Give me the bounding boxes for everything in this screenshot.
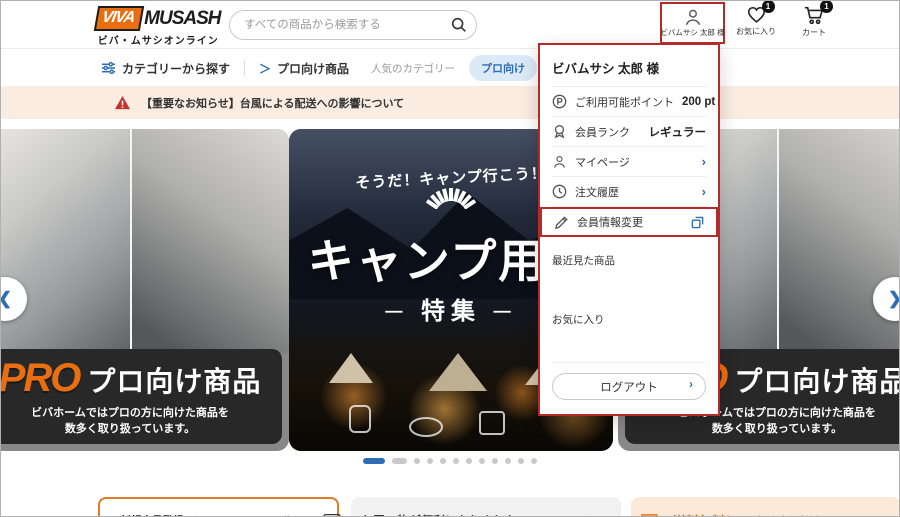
shipping-title: 送料無料！ — [673, 511, 738, 517]
account-label: ビバムサシ 太郎 様 — [660, 28, 725, 37]
site-logo[interactable]: VIVA MUSASH ビバ・ムサシオンライン — [93, 6, 222, 47]
pro-desc-line2: 数多く取り扱っています。 — [711, 423, 843, 435]
site-header: VIVA MUSASH ビバ・ムサシオンライン すべての商品から検索する 1 お… — [1, 1, 899, 49]
pencil-photo-icon — [585, 511, 611, 516]
clock-icon — [552, 184, 567, 199]
favorites-count-badge: 1 — [761, 1, 775, 13]
point-icon — [552, 94, 567, 109]
hero-photo-right — [777, 129, 899, 353]
carousel-dot-2[interactable] — [414, 458, 420, 464]
favorites-heading: お気に入り — [552, 314, 605, 326]
logo-wordmark: VIVA MUSASH — [93, 6, 222, 31]
chevron-right-icon: ＞ — [259, 61, 272, 76]
chevron-right-icon: › — [689, 379, 693, 391]
logo-musash-text: MUSASH — [144, 7, 221, 29]
camp-gear-doodle — [409, 417, 443, 437]
carousel-dots — [1, 458, 899, 464]
pencil-icon — [554, 215, 569, 230]
hero-photo-left — [1, 129, 130, 353]
carousel-dot-9[interactable] — [505, 458, 511, 464]
pro-logo-text: PRO — [0, 355, 81, 400]
dropdown-user-name: ビバムサシ 太郎 様 — [552, 45, 706, 87]
user-icon — [552, 154, 567, 169]
recently-viewed-heading: 最近見た商品 — [552, 255, 615, 267]
chevron-right-icon: › — [701, 154, 706, 169]
account-dropdown-menu: ビバムサシ 太郎 様 ご利用可能ポイント 200 pt 会員ランク レギュラー — [538, 43, 720, 416]
camp-gear-doodle — [479, 411, 505, 435]
search-input[interactable] — [244, 19, 450, 31]
nav-browse-categories[interactable]: カテゴリーから探す — [101, 60, 230, 77]
chevron-right-icon: › — [701, 184, 706, 199]
points-value: 200 pt — [682, 95, 716, 108]
rank-value: レギュラー — [648, 126, 707, 139]
pro-desc-line2: 数多く取り扱っています。 — [64, 423, 196, 435]
rank-label: 会員ランク — [575, 126, 630, 139]
member-rank-row: 会員ランク レギュラー — [552, 117, 706, 147]
pro-slide-title: プロ向け商品 — [734, 365, 900, 397]
logout-section: ログアウト › — [552, 362, 706, 400]
notice-link[interactable]: 【重要なお知らせ】台風による配送への影響について — [141, 95, 404, 111]
truck-icon — [641, 512, 667, 516]
favorites-header-button[interactable]: 1 お気に入り — [736, 1, 776, 37]
nav-pro-label: プロ向け商品 — [277, 61, 350, 76]
cart-label: カート — [802, 28, 826, 37]
carousel-dot-8[interactable] — [492, 458, 498, 464]
logout-button[interactable]: ログアウト › — [552, 373, 706, 400]
edit-member-info-item[interactable]: 会員情報変更 — [540, 207, 718, 237]
carousel-dot-6[interactable] — [466, 458, 472, 464]
warning-icon — [114, 95, 131, 110]
account-menu-button[interactable]: ビバムサシ 太郎 様 — [660, 2, 725, 44]
pro-slide-title: プロ向け商品 — [87, 365, 262, 397]
points-row: ご利用可能ポイント 200 pt — [552, 87, 715, 117]
points-label: ご利用可能ポイント — [575, 96, 674, 109]
carousel-dot-0[interactable] — [363, 458, 385, 464]
pro-panel: PRO プロ向け商品 ビバホームではプロの方に向けた商品を 数多く取り扱っていま… — [0, 349, 282, 444]
signup-banner[interactable]: ＞新規会員登録 ビバホームオンラインで使える！ — [98, 497, 341, 516]
cart-count-badge: 1 — [820, 1, 833, 13]
external-link-icon — [691, 216, 704, 229]
search-icon — [450, 16, 468, 34]
member-card-icon — [322, 513, 341, 516]
order-history-label: 注文履歴 — [575, 186, 619, 199]
my-page-label: マイページ — [575, 156, 630, 169]
nav-divider — [244, 60, 246, 76]
hero-photo-right — [130, 129, 289, 353]
carousel-dot-3[interactable] — [427, 458, 433, 464]
user-icon — [683, 8, 703, 26]
carousel-dot-4[interactable] — [440, 458, 446, 464]
rank-medal-icon — [552, 124, 567, 139]
camp-gear-doodle — [349, 405, 371, 433]
carousel-dot-1[interactable] — [392, 458, 407, 464]
convenient-shopping-banner[interactable]: お買い物が便利になりました — [351, 497, 621, 517]
hero-slide-pro-left[interactable]: PRO プロ向け商品 ビバホームではプロの方に向けた商品を 数多く取り扱っていま… — [0, 129, 289, 451]
nav-browse-label: カテゴリーから探す — [122, 61, 231, 76]
logo-subtitle: ビバ・ムサシオンライン — [97, 36, 219, 47]
pro-desc-line1: ビバホームではプロの方に向けた商品を — [31, 406, 229, 419]
order-history-item[interactable]: 注文履歴 › — [552, 177, 706, 207]
search-button[interactable] — [450, 16, 468, 34]
important-notice-bar: 【重要なお知らせ】台風による配送への影響について — [1, 86, 899, 119]
viva-musashi-online-page: VIVA MUSASH ビバ・ムサシオンライン すべての商品から検索する 1 お… — [0, 0, 900, 517]
nav-pro-products[interactable]: ＞ プロ向け商品 — [259, 60, 349, 77]
chevron-right-icon: ❯ — [888, 289, 899, 309]
carousel-dot-5[interactable] — [453, 458, 459, 464]
edit-member-info-label: 会員情報変更 — [577, 217, 643, 229]
carousel-dot-7[interactable] — [479, 458, 485, 464]
carousel-dot-11[interactable] — [531, 458, 537, 464]
logout-label: ログアウト — [600, 381, 658, 394]
convenient-title: お買い物が便利になりました — [361, 512, 579, 517]
cart-header-button[interactable]: 1 カート — [802, 1, 833, 38]
free-shipping-banner[interactable]: 送料無料！ 24時間お申込受付中 — [631, 497, 899, 517]
category-pill-pro[interactable]: プロ向け — [469, 55, 538, 81]
search-bar — [229, 10, 477, 40]
my-page-item[interactable]: マイページ › — [552, 147, 706, 177]
popular-categories-label: 人気のカテゴリー — [371, 62, 456, 75]
main-nav: カテゴリーから探す ＞ プロ向け商品 人気のカテゴリー プロ向け 物置 キャリー… — [1, 50, 899, 86]
logo-viva-text: VIVA — [93, 6, 145, 31]
favorites-label: お気に入り — [736, 27, 776, 36]
chevron-left-icon: ❮ — [1, 289, 12, 309]
filter-icon — [101, 61, 116, 75]
carousel-dot-10[interactable] — [518, 458, 524, 464]
